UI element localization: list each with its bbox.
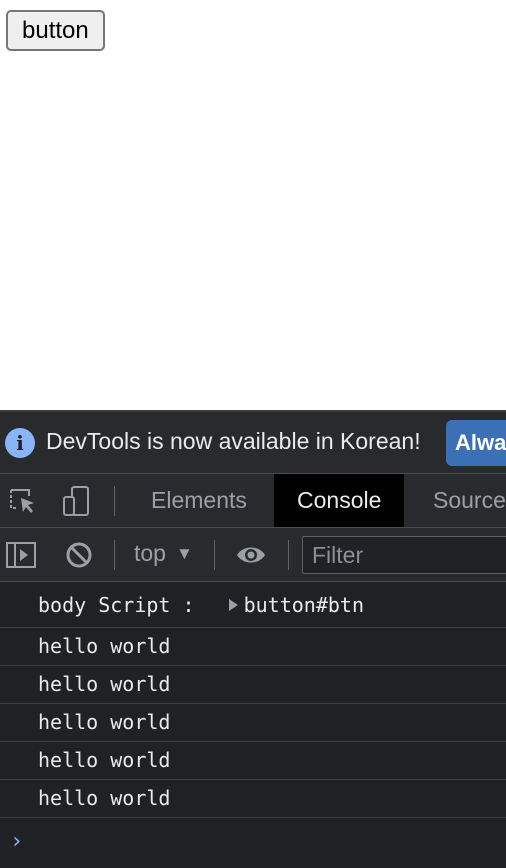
device-toolbar-icon[interactable]	[62, 486, 92, 516]
expand-triangle-icon[interactable]	[228, 599, 238, 611]
page-button[interactable]: button	[6, 10, 105, 51]
log-label: body Script :	[38, 593, 195, 617]
page-viewport: button	[0, 0, 506, 410]
devtools-panel: i DevTools is now available in Korean! A…	[0, 410, 506, 868]
context-value: top	[134, 540, 166, 566]
toolbar-divider	[288, 540, 289, 570]
console-message: hello world	[0, 628, 506, 666]
filter-input[interactable]	[302, 536, 506, 574]
console-message: hello world	[0, 704, 506, 742]
console-message: body Script : button#btn	[0, 582, 506, 628]
dropdown-arrow-icon: ▼	[175, 544, 193, 563]
toolbar-divider	[114, 486, 115, 516]
infobar-message: DevTools is now available in Korean!	[46, 428, 421, 454]
inspect-element-icon[interactable]	[8, 486, 38, 516]
show-sidebar-icon[interactable]	[6, 540, 36, 570]
live-expression-eye-icon[interactable]	[236, 540, 266, 570]
clear-console-icon[interactable]	[64, 540, 94, 570]
console-toolbar: top ▼	[0, 528, 506, 582]
info-icon: i	[5, 428, 35, 458]
console-output: body Script : button#btn hello world hel…	[0, 582, 506, 818]
tab-sources[interactable]: Sources	[433, 474, 506, 527]
tab-console[interactable]: Console	[274, 474, 405, 527]
always-match-language-button[interactable]: Always match Chrome's language	[446, 420, 506, 466]
context-selector[interactable]: top ▼	[134, 540, 193, 567]
tab-elements[interactable]: Elements	[151, 474, 247, 527]
console-prompt-icon[interactable]: ›	[10, 829, 23, 854]
console-message: hello world	[0, 666, 506, 704]
devtools-tabbar: Elements Console Sources	[0, 474, 506, 528]
toolbar-divider	[114, 540, 115, 570]
console-message: hello world	[0, 780, 506, 818]
language-infobar: i DevTools is now available in Korean! A…	[0, 412, 506, 474]
toolbar-divider	[214, 540, 215, 570]
console-message: hello world	[0, 742, 506, 780]
log-object-link[interactable]: button#btn	[244, 593, 364, 617]
